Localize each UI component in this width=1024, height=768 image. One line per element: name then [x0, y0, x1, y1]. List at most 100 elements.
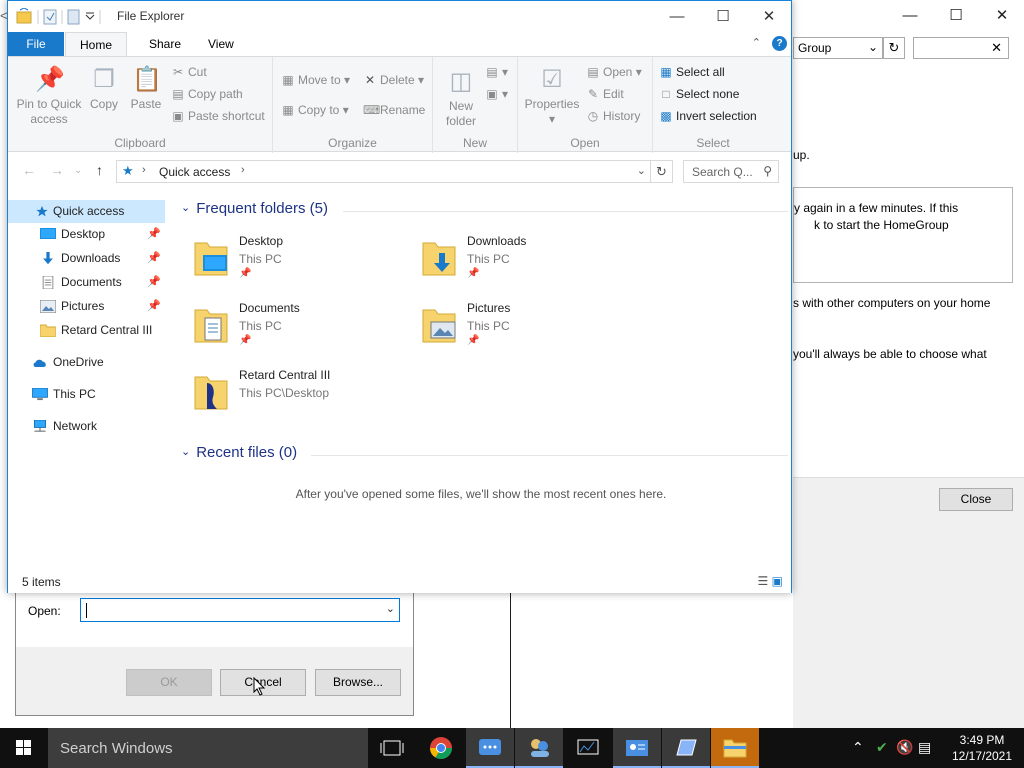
new-folder-button[interactable]: ◫ New folder [441, 67, 481, 129]
taskbar-search-placeholder: Search Windows [60, 740, 173, 757]
folder-tile-documents[interactable]: Documents This PC 📌 [193, 301, 413, 361]
quick-access-toolbar-icons[interactable] [16, 7, 106, 26]
paste-shortcut-label: Paste shortcut [188, 109, 265, 123]
help-icon[interactable]: ? [772, 36, 787, 51]
move-to-button[interactable]: ▦ Move to ▾ [281, 73, 350, 87]
maximize-icon[interactable]: ☐ [933, 0, 979, 32]
chat-app-button[interactable] [466, 728, 514, 768]
background-address-bar[interactable]: Group ⌄ [793, 37, 883, 59]
pin-icon[interactable]: 📌 [147, 223, 161, 246]
chrome-button[interactable] [417, 728, 465, 768]
copy-button[interactable]: ❐ Copy [86, 65, 122, 112]
ok-button[interactable]: OK [126, 669, 212, 696]
frequent-folders-header[interactable]: ⌄ Frequent folders (5) [181, 200, 328, 217]
folder-tile-pictures[interactable]: Pictures This PC 📌 [421, 301, 641, 361]
new-item-button[interactable]: ▤ ▾ [485, 65, 508, 79]
copy-to-button[interactable]: ▦ Copy to ▾ [281, 103, 348, 117]
large-icons-view-icon[interactable]: ▣ [772, 574, 783, 588]
close-icon[interactable]: ✕ [746, 1, 792, 32]
background-search-box[interactable]: ✕ [913, 37, 1009, 59]
search-input[interactable]: Search Q... ⚲ [683, 160, 779, 183]
nav-item-downloads[interactable]: Downloads 📌 [8, 247, 165, 270]
group-label: Open [570, 136, 600, 150]
pin-icon[interactable]: 📌 [147, 295, 161, 318]
history-button[interactable]: ◷ History [586, 109, 641, 123]
run-dialog: Open: ⌄ OK Cancel Browse... [15, 590, 414, 716]
tab-home[interactable]: Home [65, 32, 128, 57]
delete-button[interactable]: ✕ Delete ▾ [363, 73, 424, 87]
paste-shortcut-button[interactable]: ▣ Paste shortcut [171, 109, 265, 123]
paste-button[interactable]: 📋 Paste [128, 65, 164, 112]
chevron-down-icon[interactable]: ⌄ [181, 446, 190, 458]
refresh-icon[interactable]: ↻ [650, 160, 673, 183]
edit-button[interactable]: ✎ Edit [586, 87, 624, 101]
task-view-button[interactable] [368, 728, 416, 768]
details-view-icon[interactable]: ☰ [758, 574, 769, 588]
cut-button[interactable]: ✂ Cut [171, 65, 207, 79]
control-panel-button[interactable] [515, 728, 563, 768]
nav-item-desktop[interactable]: Desktop 📌 [8, 223, 165, 246]
invert-selection-button[interactable]: ▩ Invert selection [659, 109, 756, 123]
chevron-down-icon[interactable]: ⌄ [637, 164, 646, 177]
tab-view[interactable]: View [194, 32, 248, 56]
chevron-down-icon[interactable]: ⌄ [868, 40, 878, 54]
nav-item-quick-access[interactable]: Quick access [8, 200, 165, 223]
pin-icon[interactable]: 📌 [147, 247, 161, 270]
up-arrow-icon[interactable]: ↑ [96, 162, 103, 178]
start-button[interactable] [0, 728, 48, 768]
select-none-button[interactable]: □ Select none [659, 87, 739, 101]
folder-tile-desktop[interactable]: Desktop This PC 📌 [193, 234, 413, 294]
chevron-down-icon[interactable]: ⌄ [74, 165, 82, 176]
taskbar-app-button[interactable] [613, 728, 661, 768]
nav-item-pictures[interactable]: Pictures 📌 [8, 295, 165, 318]
tab-file[interactable]: File [8, 32, 64, 56]
nav-item-network[interactable]: Network [8, 415, 165, 438]
taskbar-app-button[interactable] [662, 728, 710, 768]
minimize-icon[interactable]: — [887, 0, 933, 32]
chevron-down-icon[interactable]: ⌄ [181, 202, 190, 214]
address-bar[interactable]: ★ › Quick access › ⌄ [116, 160, 651, 183]
properties-button[interactable]: ☑ Properties ▾ [522, 65, 582, 127]
close-button[interactable]: Close [939, 488, 1013, 511]
browse-button[interactable]: Browse... [315, 669, 401, 696]
security-shield-icon[interactable]: ✔ [876, 739, 888, 756]
nav-item-this-pc[interactable]: This PC [8, 383, 165, 406]
ribbon: 📌 Pin to Quick access ❐ Copy 📋 Paste ✂ Cu… [8, 56, 791, 153]
tab-share[interactable]: Share [135, 32, 195, 56]
close-icon[interactable]: ✕ [991, 40, 1002, 56]
taskbar-app-button[interactable] [564, 728, 612, 768]
pin-to-quick-access-button[interactable]: 📌 Pin to Quick access [14, 65, 84, 127]
paste-label: Paste [130, 97, 162, 111]
open-button[interactable]: ▤ Open ▾ [586, 65, 641, 79]
select-all-button[interactable]: ▦ Select all [659, 65, 724, 79]
nav-item-retard-central-iii[interactable]: Retard Central III [8, 319, 165, 342]
copy-path-button[interactable]: ▤ Copy path [171, 87, 242, 101]
breadcrumb[interactable]: Quick access [159, 165, 230, 179]
pin-icon[interactable]: 📌 [147, 271, 161, 294]
easy-access-button[interactable]: ▣ ▾ [485, 87, 508, 101]
chevron-down-icon[interactable]: ⌄ [386, 602, 395, 615]
chevron-up-icon[interactable]: ⌃ [752, 36, 761, 49]
file-explorer-taskbar-button[interactable] [711, 728, 759, 768]
open-input[interactable]: ⌄ [80, 598, 400, 622]
refresh-icon[interactable]: ↻ [883, 37, 905, 59]
folder-tile-downloads[interactable]: Downloads This PC 📌 [421, 234, 641, 294]
taskbar-search-box[interactable]: Search Windows [48, 728, 368, 768]
open-group: ☑ Properties ▾ ▤ Open ▾ ✎ Edit ◷ History Ope… [518, 57, 653, 153]
taskbar-clock[interactable]: 3:49 PM 12/17/2021 [946, 732, 1018, 764]
rename-button[interactable]: ⌨Rename [363, 103, 425, 117]
forward-arrow-icon[interactable]: → [50, 162, 64, 178]
back-arrow-icon[interactable]: ← [22, 162, 36, 178]
close-icon[interactable]: ✕ [979, 0, 1024, 32]
recent-files-header[interactable]: ⌄ Recent files (0) [181, 444, 297, 461]
nav-item-onedrive[interactable]: OneDrive [8, 351, 165, 374]
volume-muted-icon[interactable]: 🔇 [896, 739, 913, 756]
chevron-up-icon[interactable]: ⌃ [852, 739, 864, 756]
notification-icon[interactable]: ▤ [918, 739, 931, 756]
pin-label: Pin to Quick [16, 97, 82, 111]
minimize-icon[interactable]: — [654, 1, 700, 32]
maximize-icon[interactable]: ☐ [700, 1, 746, 32]
chevron-right-icon[interactable]: › [241, 164, 245, 176]
nav-item-documents[interactable]: Documents 📌 [8, 271, 165, 294]
folder-tile-retard-central-iii[interactable]: Retard Central III This PC\Desktop [193, 368, 413, 428]
